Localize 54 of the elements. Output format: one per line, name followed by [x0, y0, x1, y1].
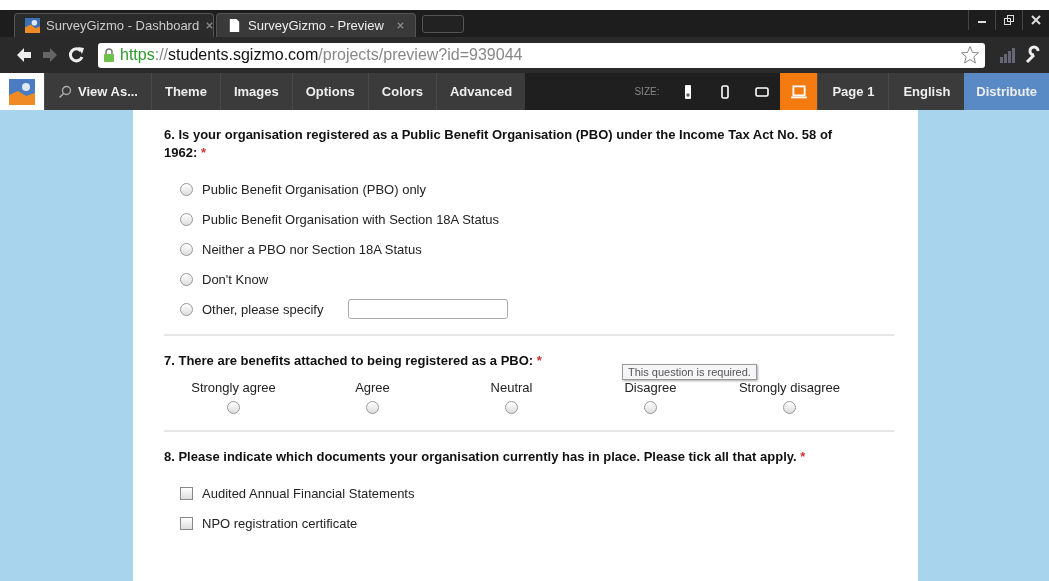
puzzle-logo-icon: [25, 18, 40, 33]
view-as-button[interactable]: View As...: [44, 73, 151, 110]
browser-tab[interactable]: SurveyGizmo - Preview: [216, 13, 416, 37]
other-field[interactable]: [348, 299, 509, 319]
menu-button[interactable]: Colors: [367, 73, 436, 110]
option-label: Other, please specify: [202, 301, 324, 317]
size-label: SIZE:: [634, 73, 670, 110]
menu-button[interactable]: Options: [291, 73, 368, 110]
reload-icon[interactable]: [66, 45, 86, 65]
question-title: 7. There are benefits attached to being registered as a PBO: *: [164, 352, 543, 370]
radio-button[interactable]: [366, 401, 379, 414]
option-label: Public Benefit Organisation with Section 18A Status: [202, 211, 499, 227]
forward-icon[interactable]: [40, 45, 60, 65]
checkbox[interactable]: [180, 516, 193, 530]
scale-label: Disagree: [624, 380, 677, 395]
lock-icon: [103, 48, 115, 62]
menu-button[interactable]: Advanced: [436, 73, 526, 110]
star-icon[interactable]: [960, 45, 980, 65]
tablet-size-button[interactable]: [743, 73, 781, 110]
scale-label: Agree: [355, 380, 390, 395]
search-icon: [58, 84, 72, 99]
option-label: Public Benefit Organisation (PBO) only: [202, 181, 426, 197]
option-label: NPO registration certificate: [202, 515, 358, 531]
question-title: 6. Is your organisation registered as a Public Benefit Organisation (PBO) under the Income Tax Act No. 58 of 1962: *: [164, 126, 834, 162]
question-title: 8. Please indicate which documents your organisation currently has in place. Please tick all that apply. *: [164, 448, 807, 466]
scale-label: Strongly disagree: [738, 380, 841, 395]
scale-label: Neutral: [490, 380, 533, 395]
radio-button[interactable]: [227, 401, 240, 414]
radio-button[interactable]: [180, 242, 193, 256]
bar-chart-icon[interactable]: [997, 45, 1017, 65]
radio-button[interactable]: [783, 401, 796, 414]
checkbox[interactable]: [180, 486, 193, 500]
radio-button[interactable]: [180, 212, 193, 226]
tooltip: This question is required.: [622, 364, 757, 380]
radio-button[interactable]: [644, 401, 657, 414]
language-button[interactable]: English: [888, 73, 965, 110]
radio-button[interactable]: [505, 401, 518, 414]
laptop-size-button[interactable]: [780, 73, 818, 110]
page-icon: [227, 18, 242, 33]
menu-button[interactable]: Theme: [151, 73, 220, 110]
radio-button[interactable]: [180, 182, 193, 196]
address-field[interactable]: https://students.sgizmo.com/projects/preview?id=939044: [98, 42, 985, 68]
menu-button[interactable]: Images: [219, 73, 292, 110]
option-label: Don't Know: [202, 271, 269, 287]
app-logo[interactable]: [0, 73, 44, 110]
new-tab-button[interactable]: [422, 15, 464, 33]
laptop-icon: [789, 82, 808, 101]
option-label: Neither a PBO nor Section 18A Status: [202, 241, 422, 257]
page-button[interactable]: Page 1: [817, 73, 889, 110]
browser-tab[interactable]: SurveyGizmo - Dashboard: [14, 13, 214, 37]
scale-label: Strongly agree: [191, 380, 276, 395]
radio-button[interactable]: [180, 302, 193, 316]
option-label: Audited Annual Financial Statements: [202, 485, 415, 501]
radio-button[interactable]: [180, 272, 193, 286]
